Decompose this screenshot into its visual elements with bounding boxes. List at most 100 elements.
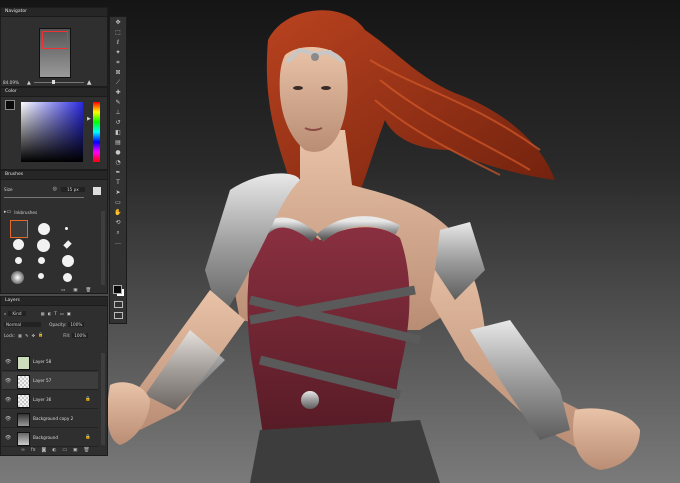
layer-row[interactable]: 👁 Background 🔒 bbox=[2, 429, 98, 447]
layer-row[interactable]: 👁 Layer 36 🔒 bbox=[2, 391, 98, 409]
stamp-icon[interactable]: ⊥ bbox=[112, 108, 124, 117]
pen-icon[interactable]: ✒ bbox=[112, 168, 124, 177]
new-layer-icon[interactable]: ▣ bbox=[73, 448, 78, 453]
eyedropper-icon[interactable]: ⟋ bbox=[112, 78, 124, 87]
navigator-preview[interactable] bbox=[39, 28, 71, 78]
color-field[interactable] bbox=[21, 102, 83, 162]
brush-size-slider[interactable] bbox=[4, 197, 84, 198]
brush-preset[interactable] bbox=[15, 257, 22, 264]
zoom-value[interactable]: 84.09% bbox=[3, 80, 19, 85]
screenmode-icon[interactable] bbox=[114, 312, 123, 319]
frame-icon[interactable]: ⊠ bbox=[112, 68, 124, 77]
layer-name[interactable]: Layer 58 bbox=[33, 359, 51, 364]
layers-scrollbar[interactable] bbox=[101, 353, 105, 445]
search-icon[interactable]: ⌕ bbox=[4, 311, 6, 316]
brush-preset-selected[interactable] bbox=[10, 220, 28, 238]
brush-trash-icon[interactable]: 🗑 bbox=[86, 288, 92, 293]
layer-name[interactable]: Background copy 2 bbox=[33, 416, 73, 421]
hue-slider[interactable] bbox=[93, 102, 100, 162]
brush-preset[interactable] bbox=[11, 271, 24, 284]
fill-label: Fill: bbox=[63, 332, 71, 338]
foreground-color-swatch[interactable] bbox=[113, 285, 122, 294]
visibility-eye-icon[interactable]: 👁 bbox=[5, 397, 11, 403]
type-icon[interactable]: T bbox=[112, 178, 124, 187]
layer-row[interactable]: 👁 Layer 57 bbox=[2, 372, 98, 390]
adjustment-icon[interactable]: ◐ bbox=[52, 448, 56, 453]
crop-icon[interactable]: ⌗ bbox=[112, 58, 124, 67]
dodge-icon[interactable]: ◔ bbox=[112, 158, 124, 167]
brush-preset[interactable] bbox=[13, 239, 24, 250]
move-icon[interactable]: ✥ bbox=[112, 18, 124, 27]
foreground-swatch[interactable] bbox=[5, 100, 15, 110]
healing-icon[interactable]: ✚ bbox=[112, 88, 124, 97]
lock-pixels-icon[interactable]: ▦ bbox=[18, 333, 22, 338]
zoom-slider[interactable] bbox=[33, 80, 84, 84]
brush-preset[interactable] bbox=[37, 239, 50, 252]
filter-type-icon[interactable]: T bbox=[54, 311, 57, 316]
zoom-icon[interactable]: ⌕ bbox=[112, 228, 124, 237]
layer-filter-select[interactable]: Kind bbox=[8, 311, 26, 316]
tools-panel: ✥ ⬚ ℓ ✦ ⌗ ⊠ ⟋ ✚ ✎ ⊥ ↺ ◧ ▤ ● ◔ ✒ T ➤ ▭ ✋ ⟲ ⌕… bbox=[109, 16, 127, 324]
path-select-icon[interactable]: ➤ bbox=[112, 188, 124, 197]
visibility-eye-icon[interactable]: 👁 bbox=[5, 416, 11, 422]
layer-name[interactable]: Background bbox=[33, 435, 58, 440]
brush-presets[interactable] bbox=[5, 219, 97, 287]
brush-preset[interactable] bbox=[63, 273, 72, 282]
layer-row[interactable]: 👁 Background copy 2 bbox=[2, 410, 98, 428]
brushes-scrollbar[interactable] bbox=[101, 211, 105, 285]
brush-preset[interactable] bbox=[62, 255, 74, 267]
brush-preset[interactable] bbox=[63, 240, 72, 249]
mask-icon[interactable]: ◙ bbox=[42, 448, 47, 453]
brush-size-value[interactable]: 15 px bbox=[60, 186, 85, 192]
rotate-icon[interactable]: ⟲ bbox=[112, 218, 124, 227]
link-icon[interactable]: ∞ bbox=[21, 448, 25, 453]
layers-panel: Layers ⌕ Kind ▦ ◐ T ▭ ▣ Normal Opacity: … bbox=[0, 296, 108, 456]
blend-mode-select[interactable]: Normal bbox=[4, 322, 42, 327]
lasso-icon[interactable]: ℓ bbox=[112, 38, 124, 47]
visibility-eye-icon[interactable]: 👁 bbox=[5, 378, 11, 384]
lock-move-icon[interactable]: ✥ bbox=[31, 333, 35, 338]
brush-preset[interactable] bbox=[65, 227, 68, 230]
zoom-in-icon[interactable]: ▲ bbox=[87, 79, 92, 86]
lock-all-icon[interactable]: 🔒 bbox=[38, 332, 43, 338]
blur-icon[interactable]: ● bbox=[112, 148, 124, 157]
folder-icon[interactable]: ▭ bbox=[62, 448, 67, 453]
hue-pointer-icon[interactable]: ▶ bbox=[87, 116, 91, 122]
brush-preset[interactable] bbox=[38, 223, 50, 235]
more-icon[interactable]: … bbox=[112, 238, 124, 247]
filter-pixel-icon[interactable]: ▦ bbox=[41, 311, 45, 316]
filter-smart-icon[interactable]: ▣ bbox=[67, 311, 71, 316]
marquee-icon[interactable]: ⬚ bbox=[112, 28, 124, 37]
visibility-eye-icon[interactable]: 👁 bbox=[5, 435, 11, 441]
brush-preset[interactable] bbox=[38, 257, 45, 264]
brush-new-icon[interactable]: ▣ bbox=[73, 288, 77, 293]
fx-icon[interactable]: fx bbox=[31, 448, 36, 453]
gradient-icon[interactable]: ▤ bbox=[112, 138, 124, 147]
brush-folder-icon[interactable]: ▭ bbox=[61, 288, 65, 293]
filter-shape-icon[interactable]: ▭ bbox=[60, 311, 64, 316]
zoom-out-icon[interactable]: ▲ bbox=[27, 80, 31, 86]
brush-folder-name[interactable]: Inkbrushes bbox=[14, 210, 37, 215]
visibility-eye-icon[interactable]: 👁 bbox=[5, 359, 11, 365]
trash-icon[interactable]: 🗑 bbox=[83, 448, 89, 453]
layer-row[interactable]: 👁 Layer 58 bbox=[2, 353, 98, 371]
rectangle-icon[interactable]: ▭ bbox=[112, 198, 124, 207]
lock-draw-icon[interactable]: ✎ bbox=[25, 333, 29, 338]
fg-bg-colors[interactable] bbox=[113, 285, 124, 296]
zoom-slider-handle[interactable] bbox=[51, 80, 55, 84]
brush-preset[interactable] bbox=[38, 273, 44, 279]
opacity-value[interactable]: 100% bbox=[68, 322, 85, 327]
brush-icon[interactable]: ✎ bbox=[112, 98, 124, 107]
history-brush-icon[interactable]: ↺ bbox=[112, 118, 124, 127]
new-brush-icon[interactable] bbox=[93, 187, 101, 195]
fill-value[interactable]: 100% bbox=[72, 332, 89, 338]
layer-name[interactable]: Layer 36 bbox=[33, 397, 51, 402]
layer-name[interactable]: Layer 57 bbox=[33, 378, 51, 383]
hand-icon[interactable]: ✋ bbox=[112, 208, 124, 217]
filter-adjust-icon[interactable]: ◐ bbox=[48, 311, 52, 316]
magic-wand-icon[interactable]: ✦ bbox=[112, 48, 124, 57]
eraser-icon[interactable]: ◧ bbox=[112, 128, 124, 137]
quickmask-icon[interactable] bbox=[114, 301, 123, 308]
folder-icon[interactable]: ▸▭ bbox=[4, 209, 11, 215]
navigator-view-box[interactable] bbox=[42, 31, 68, 49]
